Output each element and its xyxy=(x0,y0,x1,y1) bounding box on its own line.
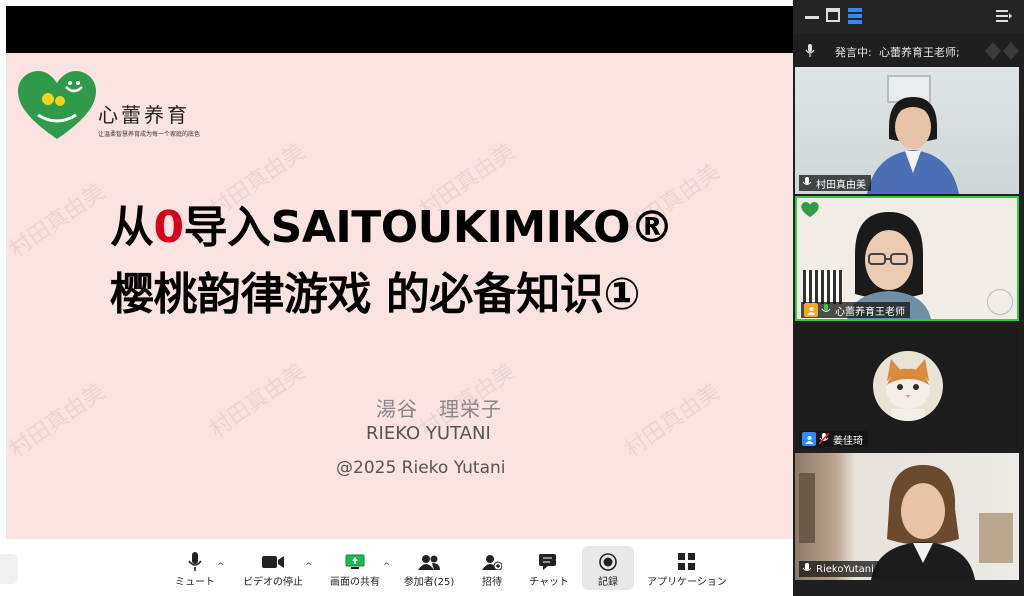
participant-name: RiekoYutani xyxy=(816,563,874,575)
video-options-caret[interactable]: ^ xyxy=(305,562,313,572)
logo-tagline: 让温柔智慧养育成为每一个家庭的底色 xyxy=(98,131,201,138)
stop-video-label: ビデオの停止 xyxy=(243,577,303,588)
mute-options-caret[interactable]: ^ xyxy=(217,562,225,572)
participant-nametag: 心蕾养育王老师 xyxy=(801,302,910,318)
mute-button[interactable]: ミュート xyxy=(170,551,220,588)
bookshelf xyxy=(799,473,815,543)
decorative-sticker xyxy=(987,289,1013,315)
background-furniture xyxy=(979,513,1013,563)
shared-screen-area: 村田真由美 村田真由美 村田真由美 村田真由美 村田真由美 村田真由美 村田真由… xyxy=(0,0,793,596)
watermark-mark-icon xyxy=(985,42,1019,60)
window-icon[interactable] xyxy=(826,8,840,22)
user-icon xyxy=(802,432,816,446)
minimize-icon[interactable] xyxy=(805,11,819,23)
participant-name: 村田真由美 xyxy=(816,179,866,191)
video-camera-icon xyxy=(262,556,284,568)
apps-grid-icon xyxy=(678,553,695,570)
watermark: 村田真由美 xyxy=(6,379,110,463)
brand-logo: 心蕾养育 让温柔智慧养育成为每一个家庭的底色 xyxy=(18,71,201,143)
speaker-view-icon[interactable] xyxy=(848,8,862,24)
logo-name: 心蕾养育 xyxy=(98,103,190,127)
heart-logo-icon xyxy=(18,71,96,139)
host-icon xyxy=(804,303,818,317)
presentation-slide: 村田真由美 村田真由美 村田真由美 村田真由美 村田真由美 村田真由美 村田真由… xyxy=(6,53,793,539)
apps-label: アプリケーション xyxy=(647,577,727,588)
share-options-caret[interactable]: ^ xyxy=(383,562,391,572)
participant-panel: 発言中: 心蕾养育王老师; 村田真由美 心蕾养育王老师 姜佳琦 RiekoYut… xyxy=(793,0,1024,596)
chat-label: チャット xyxy=(529,577,569,588)
add-user-icon xyxy=(482,555,502,570)
speaking-indicator: 発言中: 心蕾养育王老师; xyxy=(793,36,1024,64)
participant-nametag: RiekoYutani xyxy=(799,561,879,577)
chat-button[interactable]: チャット xyxy=(526,551,572,588)
microphone-icon xyxy=(802,177,812,185)
participant-video xyxy=(871,465,975,580)
participant-nametag: 姜佳琦 xyxy=(799,431,868,447)
participant-tile[interactable]: 村田真由美 xyxy=(795,67,1019,194)
speaking-name: 心蕾养育王老师; xyxy=(879,46,960,59)
participant-tile[interactable]: RiekoYutani xyxy=(795,453,1019,580)
participants-icon xyxy=(418,555,440,570)
record-label: 記録 xyxy=(598,577,618,588)
participant-tile[interactable]: 姜佳琦 xyxy=(795,323,1019,450)
participant-video xyxy=(867,97,959,194)
collapse-panel-icon[interactable] xyxy=(996,9,1012,23)
participant-tile-active[interactable]: 心蕾养育王老师 xyxy=(795,196,1019,321)
record-button[interactable]: 記録 xyxy=(590,551,626,588)
watermark: 村田真由美 xyxy=(620,379,725,463)
panel-header xyxy=(793,0,1024,34)
microphone-icon xyxy=(805,44,815,57)
microphone-icon xyxy=(802,563,812,571)
watermark: 村田真由美 xyxy=(6,179,110,263)
avatar xyxy=(873,351,943,421)
cat-avatar-icon xyxy=(886,359,930,421)
apps-button[interactable]: アプリケーション xyxy=(644,551,730,588)
screen-top-bar xyxy=(6,6,793,53)
copyright-text: @2025 Rieko Yutani xyxy=(336,458,506,478)
mute-label: ミュート xyxy=(175,577,215,588)
invite-label: 招待 xyxy=(482,577,502,588)
microphone-icon xyxy=(821,304,831,312)
share-screen-icon xyxy=(345,554,365,569)
microphone-icon xyxy=(188,552,202,571)
slide-title-line1: 从0导入SAITOUKIMIKO® xyxy=(110,191,674,255)
title-suffix: 导入SAITOUKIMIKO® xyxy=(183,202,674,253)
share-screen-button[interactable]: 画面の共有 xyxy=(326,551,384,588)
watermark: 村田真由美 xyxy=(205,359,310,443)
participants-button[interactable]: 参加者(25) xyxy=(400,551,458,588)
microphone-muted-icon xyxy=(819,433,829,445)
invite-button[interactable]: 招待 xyxy=(474,551,510,588)
author-name-en: RIEKO YUTANI xyxy=(366,423,491,444)
title-zero: 0 xyxy=(153,202,185,253)
author-name-cjk: 湯谷 理栄子 xyxy=(376,397,502,421)
speaking-label: 発言中: xyxy=(835,46,872,59)
participant-name: 心蕾养育王老师 xyxy=(835,306,905,318)
participant-nametag: 村田真由美 xyxy=(799,175,871,191)
stop-video-button[interactable]: ビデオの停止 xyxy=(238,551,308,588)
title-prefix: 从 xyxy=(110,202,154,253)
chat-icon xyxy=(539,554,556,570)
hand-gesture-button[interactable] xyxy=(0,554,18,584)
share-screen-label: 画面の共有 xyxy=(330,577,380,588)
heart-logo-icon xyxy=(801,202,819,218)
participants-label: 参加者(25) xyxy=(403,577,455,588)
slide-title-line2: 樱桃韵律游戏 的必备知识① xyxy=(110,269,641,320)
participant-name: 姜佳琦 xyxy=(833,435,863,447)
record-icon xyxy=(599,553,617,571)
